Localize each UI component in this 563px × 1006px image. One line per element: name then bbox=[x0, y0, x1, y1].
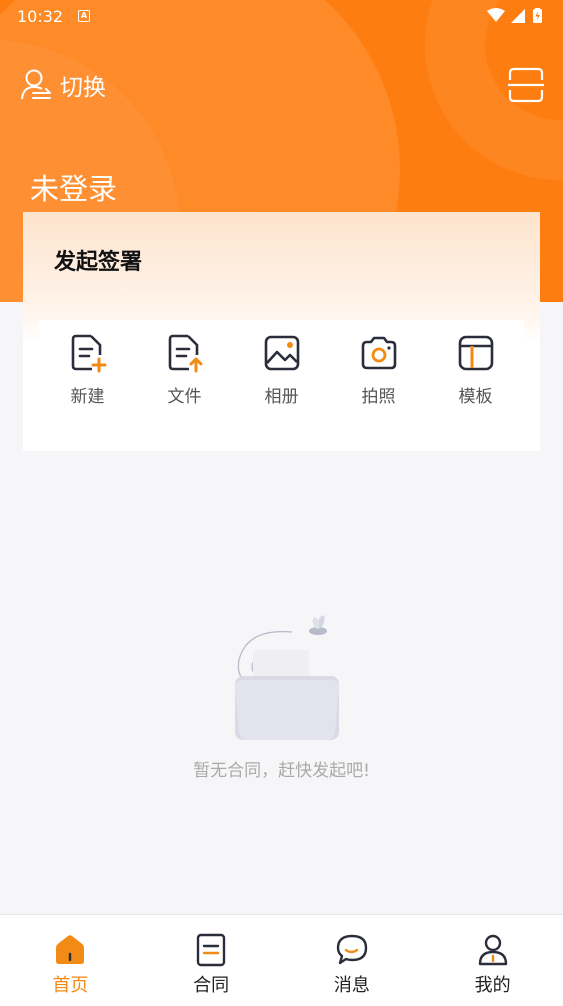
action-file[interactable]: 文件 bbox=[136, 320, 233, 412]
action-row: 新建 文件 相册 拍照 模板 bbox=[39, 320, 524, 412]
contract-icon bbox=[196, 933, 226, 967]
action-label: 相册 bbox=[264, 387, 299, 407]
tab-label: 我的 bbox=[474, 975, 511, 996]
tab-label: 消息 bbox=[333, 975, 370, 996]
profile-icon bbox=[478, 934, 507, 966]
tab-messages[interactable]: 消息 bbox=[282, 915, 423, 1006]
empty-message: 暂无合同，赶快发起吧! bbox=[193, 761, 370, 781]
card-title: 发起签署 bbox=[54, 250, 143, 275]
status-time: 10:32 bbox=[17, 7, 64, 26]
switch-label: 切换 bbox=[60, 75, 106, 101]
action-label: 拍照 bbox=[361, 387, 396, 407]
image-icon bbox=[264, 335, 299, 371]
tab-home[interactable]: 首页 bbox=[0, 915, 141, 1006]
action-new[interactable]: 新建 bbox=[39, 320, 136, 412]
action-template[interactable]: 模板 bbox=[427, 320, 524, 412]
user-switch-icon bbox=[21, 69, 51, 100]
start-signing-card: 发起签署 新建 文件 相册 拍照 模板 bbox=[23, 212, 540, 451]
status-bar: 10:32 A bbox=[0, 0, 563, 32]
new-document-icon bbox=[71, 334, 106, 373]
action-label: 模板 bbox=[458, 387, 493, 407]
empty-state: 暂无合同，赶快发起吧! bbox=[0, 610, 563, 781]
action-camera[interactable]: 拍照 bbox=[330, 320, 427, 412]
signal-icon bbox=[511, 9, 525, 23]
switch-account-button[interactable]: 切换 bbox=[20, 66, 106, 104]
upload-file-icon bbox=[168, 334, 202, 373]
home-icon bbox=[56, 935, 85, 964]
notification-a-icon: A bbox=[78, 10, 90, 22]
message-icon bbox=[336, 934, 368, 965]
tab-contract[interactable]: 合同 bbox=[141, 915, 282, 1006]
scan-icon[interactable] bbox=[507, 66, 545, 104]
empty-folder-illustration bbox=[234, 615, 339, 740]
wifi-icon bbox=[487, 8, 505, 22]
tab-label: 首页 bbox=[52, 975, 89, 996]
bottom-tab-bar: 首页 合同 消息 我的 bbox=[0, 914, 563, 1006]
tab-profile[interactable]: 我的 bbox=[422, 915, 563, 1006]
login-status[interactable]: 未登录 bbox=[30, 166, 117, 208]
tab-label: 合同 bbox=[193, 975, 230, 996]
status-icons bbox=[487, 8, 542, 23]
action-album[interactable]: 相册 bbox=[233, 320, 330, 412]
action-label: 新建 bbox=[70, 387, 105, 407]
camera-icon bbox=[361, 336, 396, 370]
template-icon bbox=[458, 335, 493, 371]
action-label: 文件 bbox=[167, 387, 202, 407]
